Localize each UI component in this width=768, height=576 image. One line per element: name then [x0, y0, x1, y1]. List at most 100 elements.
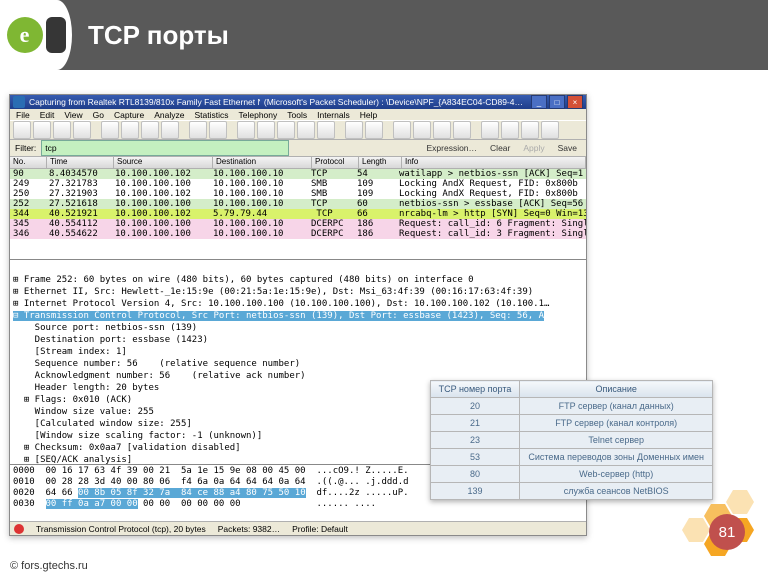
detail-line: Acknowledgment number: 56 (relative ack … — [13, 371, 306, 381]
capture-indicator-icon[interactable] — [14, 524, 24, 534]
menu-capture[interactable]: Capture — [114, 110, 144, 120]
menu-file[interactable]: File — [16, 110, 30, 120]
menu-tools[interactable]: Tools — [287, 110, 307, 120]
detail-line: [Stream index: 1] — [13, 347, 127, 357]
detail-line: ⊞ Ethernet II, Src: Hewlett-_1e:15:9e (0… — [13, 287, 533, 297]
toolbar-icon[interactable] — [541, 121, 559, 139]
window-title: Capturing from Realtek RTL8139/810x Fami… — [29, 97, 260, 107]
toolbar-icon[interactable] — [317, 121, 335, 139]
detail-line: ⊞ Flags: 0x010 (ACK) — [13, 395, 132, 405]
table-row: 53Система переводов зоны Доменных имен — [430, 449, 712, 466]
footer-copyright: © fors.gtechs.ru — [10, 560, 88, 572]
menu-help[interactable]: Help — [360, 110, 377, 120]
toolbar-icon[interactable] — [453, 121, 471, 139]
detail-line: ⊞ Frame 252: 60 bytes on wire (480 bits)… — [13, 275, 474, 285]
slide-header: e TCP порты — [0, 0, 768, 70]
detail-line: ⊞ [SEQ/ACK analysis] — [13, 455, 132, 464]
packet-row[interactable]: 34640.55462210.100.100.10010.100.100.10D… — [10, 229, 586, 239]
col-time[interactable]: Time — [47, 157, 114, 168]
page-number: 81 — [709, 514, 745, 550]
titlebar[interactable]: Capturing from Realtek RTL8139/810x Fami… — [10, 95, 586, 109]
table-row: 23Telnet сервер — [430, 432, 712, 449]
toolbar-icon[interactable] — [501, 121, 519, 139]
col-source[interactable]: Source — [114, 157, 213, 168]
save-button[interactable]: Save — [554, 143, 581, 153]
toolbar-icon[interactable] — [345, 121, 363, 139]
col-length[interactable]: Length — [359, 157, 402, 168]
status-profile: Profile: Default — [292, 524, 348, 534]
expression-button[interactable]: Expression… — [422, 143, 481, 153]
toolbar-icon[interactable] — [481, 121, 499, 139]
clear-button[interactable]: Clear — [486, 143, 514, 153]
maximize-button[interactable]: □ — [549, 95, 565, 109]
col-no[interactable]: No. — [10, 157, 47, 168]
detail-line: ⊞ Internet Protocol Version 4, Src: 10.1… — [13, 299, 549, 309]
packet-row[interactable]: 908.403457010.100.100.10210.100.100.10TC… — [10, 169, 586, 179]
toolbar-icon[interactable] — [121, 121, 139, 139]
filter-input[interactable] — [41, 140, 289, 156]
menu-internals[interactable]: Internals — [317, 110, 350, 120]
status-proto: Transmission Control Protocol (tcp), 20 … — [36, 524, 206, 534]
app-icon — [13, 96, 25, 108]
toolbar-icon[interactable] — [393, 121, 411, 139]
logo-letter: e — [7, 17, 43, 53]
statusbar: Transmission Control Protocol (tcp), 20 … — [10, 521, 586, 535]
col-protocol[interactable]: Protocol — [312, 157, 359, 168]
toolbar-icon[interactable] — [141, 121, 159, 139]
window-title-right: (Microsoft's Packet Scheduler) : \Device… — [264, 97, 523, 107]
ports-header-port: TCP номер порта — [430, 381, 520, 398]
table-row: 21FTP сервер (канал контроля) — [430, 415, 712, 432]
menu-statistics[interactable]: Statistics — [194, 110, 228, 120]
toolbar — [10, 120, 586, 140]
toolbar-icon[interactable] — [161, 121, 179, 139]
logo-s-icon — [46, 17, 66, 53]
toolbar-icon[interactable] — [413, 121, 431, 139]
col-destination[interactable]: Destination — [213, 157, 312, 168]
slide-title: TCP порты — [88, 20, 229, 51]
detail-line: [Window size scaling factor: -1 (unknown… — [13, 431, 262, 441]
minimize-button[interactable]: _ — [531, 95, 547, 109]
menu-telephony[interactable]: Telephony — [239, 110, 278, 120]
logo: e — [0, 0, 72, 70]
toolbar-icon[interactable] — [433, 121, 451, 139]
packet-row[interactable]: 34440.52192110.100.100.1025.79.79.44 TCP… — [10, 209, 586, 219]
packet-row[interactable]: 24927.32178310.100.100.10010.100.100.10S… — [10, 179, 586, 189]
menu-view[interactable]: View — [64, 110, 82, 120]
close-button[interactable]: × — [567, 95, 583, 109]
apply-button[interactable]: Apply — [519, 143, 548, 153]
status-packets: Packets: 9382… — [218, 524, 280, 534]
toolbar-icon[interactable] — [53, 121, 71, 139]
toolbar-icon[interactable] — [257, 121, 275, 139]
menu-analyze[interactable]: Analyze — [154, 110, 184, 120]
detail-line: [Calculated window size: 255] — [13, 419, 192, 429]
toolbar-icon[interactable] — [297, 121, 315, 139]
toolbar-icon[interactable] — [73, 121, 91, 139]
filter-label: Filter: — [15, 143, 36, 153]
detail-line: Source port: netbios-ssn (139) — [13, 323, 197, 333]
toolbar-icon[interactable] — [237, 121, 255, 139]
toolbar-icon[interactable] — [101, 121, 119, 139]
toolbar-icon[interactable] — [189, 121, 207, 139]
menu-go[interactable]: Go — [93, 110, 104, 120]
menubar: File Edit View Go Capture Analyze Statis… — [10, 109, 586, 120]
toolbar-icon[interactable] — [277, 121, 295, 139]
table-row: 139служба сеансов NetBIOS — [430, 483, 712, 500]
toolbar-icon[interactable] — [209, 121, 227, 139]
packet-row[interactable]: 34540.55411210.100.100.10010.100.100.10D… — [10, 219, 586, 229]
detail-line: Destination port: essbase (1423) — [13, 335, 208, 345]
menu-edit[interactable]: Edit — [40, 110, 55, 120]
packet-list[interactable]: 908.403457010.100.100.10210.100.100.10TC… — [10, 169, 586, 259]
packet-row[interactable]: 25027.32190310.100.100.10210.100.100.10S… — [10, 189, 586, 199]
packet-list-header: No. Time Source Destination Protocol Len… — [10, 157, 586, 169]
toolbar-icon[interactable] — [13, 121, 31, 139]
toolbar-icon[interactable] — [33, 121, 51, 139]
col-info[interactable]: Info — [402, 157, 586, 168]
packet-row[interactable]: 25227.52161810.100.100.10010.100.100.10T… — [10, 199, 586, 209]
ports-table: TCP номер портаОписание 20FTP сервер (ка… — [430, 380, 713, 500]
toolbar-icon[interactable] — [521, 121, 539, 139]
filter-bar: Filter: Expression… Clear Apply Save — [10, 140, 586, 157]
toolbar-icon[interactable] — [365, 121, 383, 139]
detail-line-selected: ⊟ Transmission Control Protocol, Src Por… — [13, 311, 544, 321]
detail-line: ⊞ Checksum: 0x0aa7 [validation disabled] — [13, 443, 241, 453]
detail-line: Header length: 20 bytes — [13, 383, 159, 393]
